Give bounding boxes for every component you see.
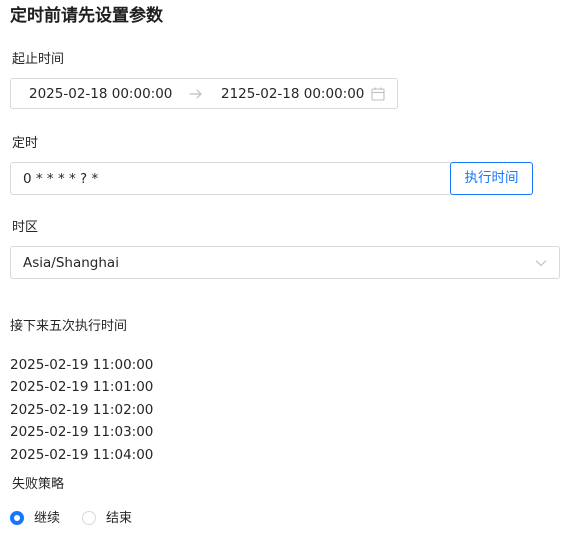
cron-label: 定时 [12, 136, 39, 151]
next-run-time: 2025-02-19 11:01:00 [10, 379, 154, 396]
arrow-right-icon [189, 89, 202, 99]
timezone-label: 时区 [12, 220, 39, 235]
next-runs-list: 2025-02-19 11:00:00 2025-02-19 11:01:00 … [10, 354, 153, 466]
time-range-picker[interactable]: 2025-02-18 00:00:00 2125-02-18 00:00:00 [10, 78, 398, 109]
next-run-time: 2025-02-19 11:02:00 [10, 401, 154, 418]
radio-continue-indicator[interactable] [10, 511, 24, 525]
range-end-input[interactable]: 2125-02-18 00:00:00 [221, 86, 364, 102]
execution-time-button[interactable]: 执行时间 [450, 162, 533, 195]
next-run-time: 2025-02-19 11:03:00 [10, 424, 154, 441]
range-start-input[interactable]: 2025-02-18 00:00:00 [29, 86, 172, 102]
next-run-time: 2025-02-19 11:00:00 [10, 357, 154, 373]
failure-strategy-label: 失败策略 [12, 477, 65, 492]
radio-end-label: 结束 [106, 511, 133, 526]
radio-end-indicator[interactable] [82, 511, 96, 525]
timezone-select[interactable]: Asia/Shanghai [10, 246, 560, 279]
next-run-time: 2025-02-19 11:04:00 [10, 446, 154, 463]
calendar-icon[interactable] [371, 87, 385, 101]
timezone-selected-value: Asia/Shanghai [23, 255, 119, 271]
chevron-down-icon [535, 260, 547, 267]
time-range-label: 起止时间 [12, 52, 65, 67]
next-runs-label: 接下来五次执行时间 [10, 319, 128, 334]
radio-continue-label: 继续 [34, 511, 61, 526]
cron-expression-input[interactable] [10, 162, 451, 195]
page-title: 定时前请先设置参数 [10, 6, 163, 26]
